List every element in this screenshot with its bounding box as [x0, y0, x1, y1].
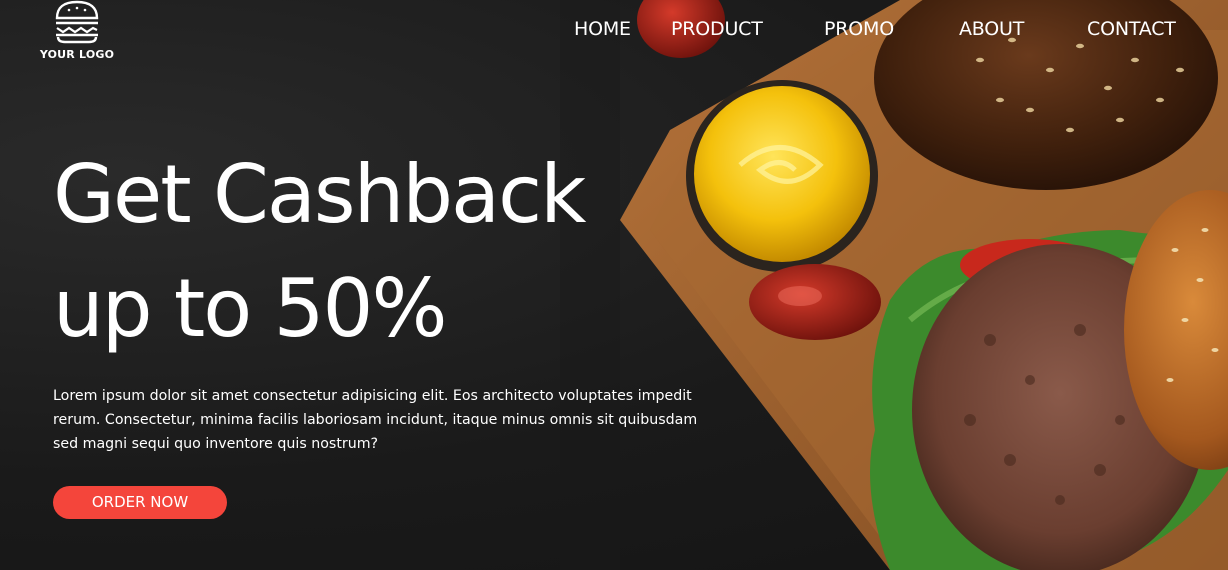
main-nav: HOME PRODUCT PROMO ABOUT CONTACT [0, 18, 1228, 48]
hero-headline: Get Cashback up to 50% [53, 138, 693, 366]
headline-line-2: up to 50% [53, 262, 447, 355]
headline-line-1: Get Cashback [53, 148, 586, 241]
hero-description: Lorem ipsum dolor sit amet consectetur a… [53, 388, 698, 452]
logo-text: YOUR LOGO [39, 48, 115, 61]
nav-product[interactable]: PRODUCT [671, 18, 763, 40]
order-now-button[interactable]: ORDER NOW [53, 486, 227, 519]
mustard-sauce [694, 86, 870, 262]
nav-about[interactable]: ABOUT [959, 18, 1024, 40]
nav-promo[interactable]: PROMO [824, 18, 894, 40]
nav-home[interactable]: HOME [574, 18, 631, 40]
nav-contact[interactable]: CONTACT [1087, 18, 1176, 40]
hero-section: Get Cashback up to 50% [53, 138, 693, 366]
